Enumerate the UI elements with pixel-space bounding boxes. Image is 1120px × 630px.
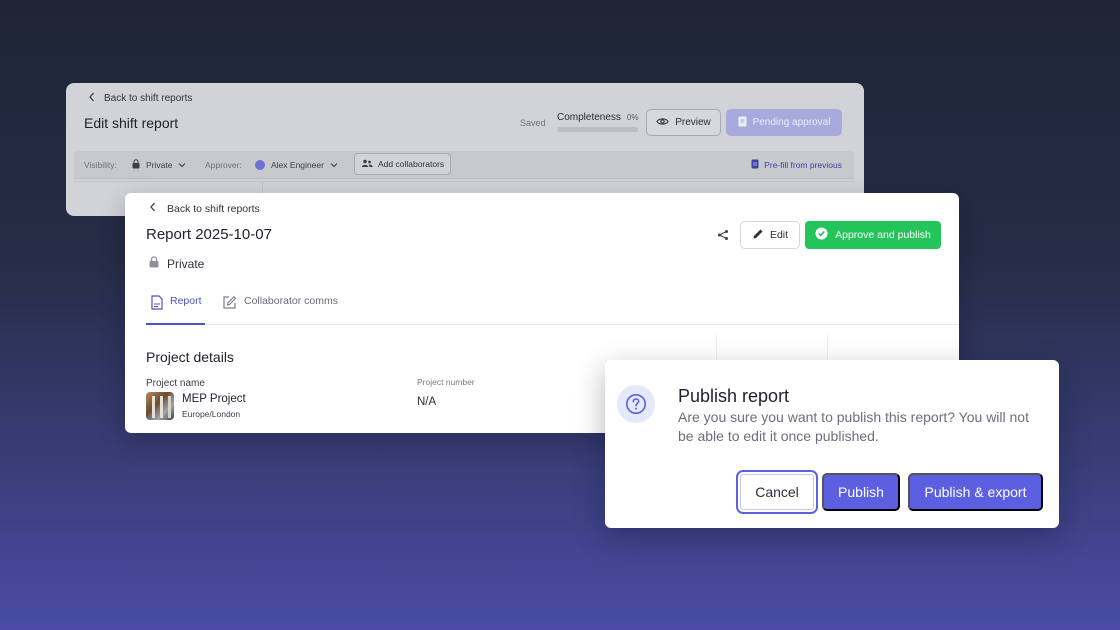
back-link-label: Back to shift reports: [104, 93, 193, 104]
page-title: Edit shift report: [84, 115, 179, 131]
project-name-label: Project name: [146, 378, 205, 389]
approver-value: Alex Engineer: [271, 160, 324, 170]
share-icon[interactable]: [715, 227, 731, 243]
tab-report[interactable]: Report: [146, 295, 205, 325]
edit-button[interactable]: Edit: [740, 221, 800, 249]
completeness-percent: 0%: [626, 113, 639, 122]
lock-icon: [132, 159, 140, 171]
publish-button[interactable]: Publish: [822, 473, 900, 511]
preview-label: Preview: [675, 117, 711, 128]
project-name-value: MEP Project: [182, 393, 246, 405]
document-icon: [151, 295, 163, 313]
completeness-text: Completeness: [557, 112, 621, 123]
publish-and-export-button[interactable]: Publish & export: [908, 473, 1043, 511]
dialog-message: Are you sure you want to publish this re…: [678, 409, 1029, 444]
edit-label: Edit: [769, 229, 789, 241]
visibility-dropdown[interactable]: Private: [132, 151, 186, 179]
pencil-icon: [752, 228, 764, 243]
tab-label: Report: [170, 295, 202, 307]
project-number-label: Project number: [417, 377, 475, 387]
chevron-left-icon: [88, 92, 96, 105]
approver-label: Approver:: [205, 160, 242, 170]
users-icon: [361, 159, 373, 170]
back-to-shift-reports-link[interactable]: Back to shift reports: [149, 202, 260, 215]
document-icon: [751, 159, 759, 171]
approve-and-publish-button[interactable]: Approve and publish: [805, 221, 941, 249]
privacy-status: Private: [149, 256, 204, 271]
section-title: Project details: [146, 349, 234, 365]
visibility-value: Private: [146, 160, 173, 170]
chevron-left-icon: [149, 202, 157, 215]
preview-button[interactable]: Preview: [646, 109, 721, 136]
project-timezone: Europe/London: [182, 409, 241, 419]
check-circle-icon: [815, 227, 828, 243]
avatar: [255, 160, 265, 170]
chevron-down-icon: [178, 160, 186, 170]
visibility-label: Visibility:: [84, 160, 117, 170]
publish-report-dialog: Publish report Are you sure you want to …: [605, 360, 1059, 528]
report-tabs: Report Collaborator comms: [146, 289, 959, 325]
project-thumbnail: [146, 392, 174, 420]
approver-dropdown[interactable]: Alex Engineer: [255, 151, 338, 179]
completeness-label: Completeness 0%: [557, 112, 638, 123]
save-status: Saved: [520, 118, 546, 128]
tab-collaborator-comms[interactable]: Collaborator comms: [222, 295, 338, 325]
pending-approval-label: Pending approval: [752, 117, 831, 128]
pencil-square-icon: [222, 295, 237, 313]
back-link-label: Back to shift reports: [167, 202, 260, 215]
approve-label: Approve and publish: [835, 229, 931, 241]
document-icon: [738, 116, 747, 130]
tab-label: Collaborator comms: [244, 295, 338, 307]
prefill-from-previous-link[interactable]: Pre-fill from previous: [751, 151, 842, 179]
lock-icon: [149, 256, 159, 271]
pending-approval-button[interactable]: Pending approval: [726, 109, 842, 136]
report-settings-toolbar: Visibility: Private Approver: Alex Engin…: [74, 151, 854, 179]
question-circle-icon: [617, 385, 655, 423]
dialog-title: Publish report: [678, 386, 790, 406]
chevron-down-icon: [330, 160, 338, 170]
back-to-shift-reports-link[interactable]: Back to shift reports: [88, 92, 192, 105]
cancel-button[interactable]: Cancel: [736, 470, 818, 514]
report-title: Report 2025-10-07: [146, 226, 272, 243]
privacy-label: Private: [167, 256, 205, 271]
canvas: Back to shift reports Edit shift report …: [0, 0, 1120, 630]
divider: [74, 181, 854, 182]
add-collaborators-button[interactable]: Add collaborators: [354, 153, 452, 175]
eye-icon: [656, 117, 669, 129]
add-collaborators-label: Add collaborators: [378, 159, 445, 169]
completeness-progress-bar: [557, 127, 638, 132]
project-number-value: N/A: [417, 396, 437, 408]
prefill-label: Pre-fill from previous: [764, 160, 842, 170]
